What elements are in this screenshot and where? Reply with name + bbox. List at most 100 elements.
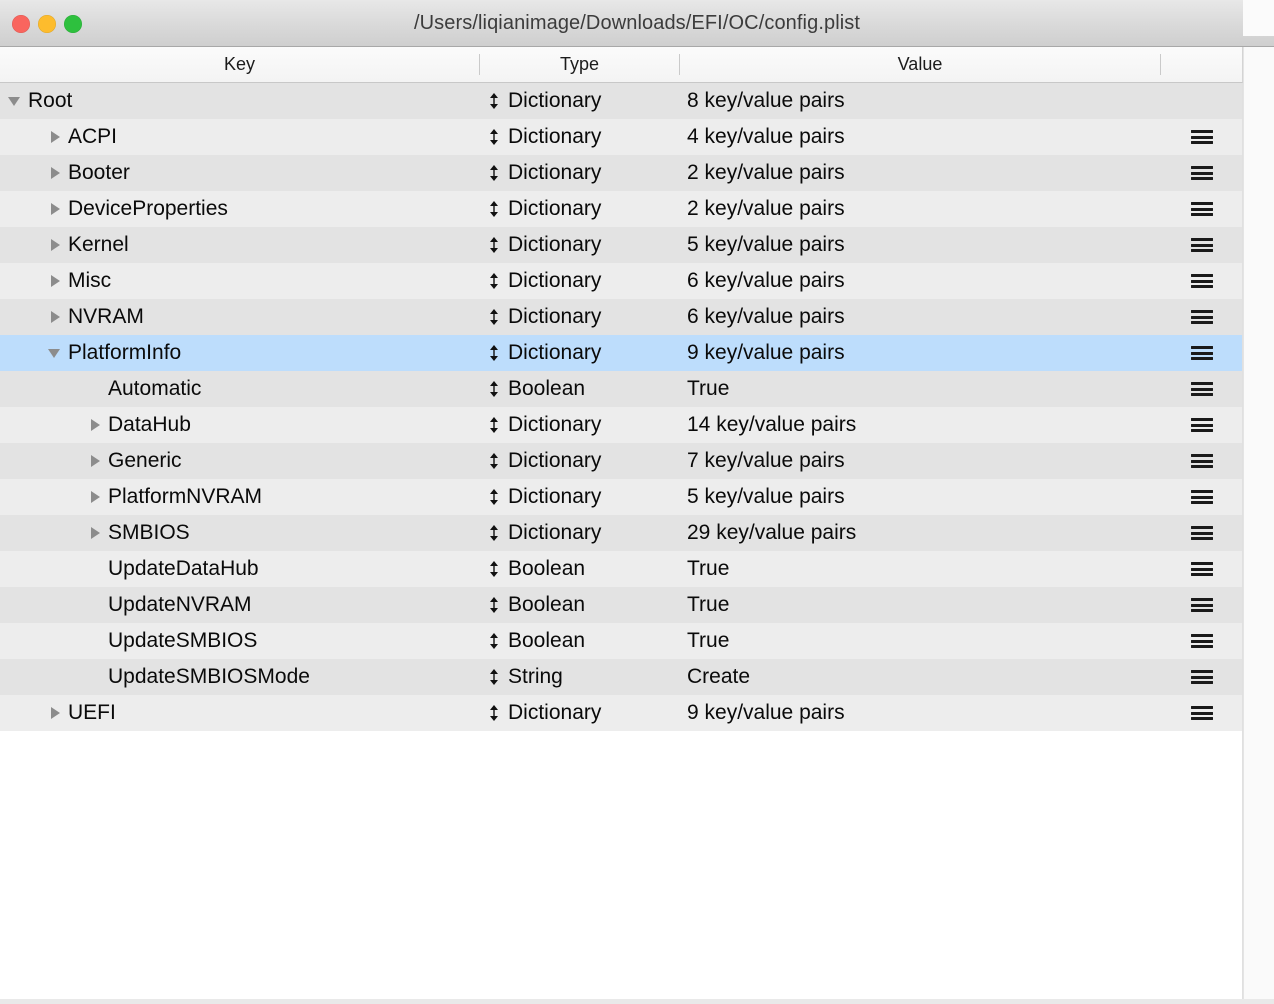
cell-value[interactable]: 9 key/value pairs	[687, 695, 1160, 731]
updown-arrow-icon[interactable]	[487, 191, 501, 227]
cell-value[interactable]: True	[687, 371, 1160, 407]
updown-arrow-icon[interactable]	[487, 695, 501, 731]
table-row[interactable]: Misc Dictionary 6 key/value pairs	[0, 263, 1243, 299]
cell-type[interactable]: Boolean	[487, 587, 679, 623]
cell-value[interactable]: True	[687, 587, 1160, 623]
updown-arrow-icon[interactable]	[487, 407, 501, 443]
updown-arrow-icon[interactable]	[487, 479, 501, 515]
cell-value[interactable]: Create	[687, 659, 1160, 695]
cell-row-menu[interactable]	[1160, 623, 1243, 659]
table-row[interactable]: Root Dictionary 8 key/value pairs	[0, 83, 1243, 119]
cell-row-menu[interactable]	[1160, 155, 1243, 191]
table-row[interactable]: DataHub Dictionary 14 key/value pairs	[0, 407, 1243, 443]
cell-type[interactable]: Dictionary	[487, 119, 679, 155]
plist-outline-view[interactable]: Root Dictionary 8 key/value pairs ACPI Dicti…	[0, 83, 1243, 1004]
updown-arrow-icon[interactable]	[487, 587, 501, 623]
cell-row-menu[interactable]	[1160, 191, 1243, 227]
cell-type[interactable]: Dictionary	[487, 299, 679, 335]
updown-arrow-icon[interactable]	[487, 227, 501, 263]
disclosure-triangle-collapsed-icon[interactable]	[88, 407, 104, 443]
updown-arrow-icon[interactable]	[487, 335, 501, 371]
cell-type[interactable]: Boolean	[487, 371, 679, 407]
cell-row-menu[interactable]	[1160, 587, 1243, 623]
disclosure-triangle-collapsed-icon[interactable]	[88, 443, 104, 479]
hamburger-menu-icon[interactable]	[1190, 238, 1213, 252]
cell-row-menu[interactable]	[1160, 695, 1243, 731]
cell-type[interactable]: String	[487, 659, 679, 695]
cell-key[interactable]: Automatic	[0, 371, 479, 407]
cell-key[interactable]: UpdateSMBIOS	[0, 623, 479, 659]
cell-row-menu[interactable]	[1160, 407, 1243, 443]
cell-type[interactable]: Boolean	[487, 551, 679, 587]
cell-type[interactable]: Dictionary	[487, 515, 679, 551]
updown-arrow-icon[interactable]	[487, 623, 501, 659]
hamburger-menu-icon[interactable]	[1190, 274, 1213, 288]
updown-arrow-icon[interactable]	[487, 299, 501, 335]
updown-arrow-icon[interactable]	[487, 443, 501, 479]
table-row[interactable]: SMBIOS Dictionary 29 key/value pairs	[0, 515, 1243, 551]
cell-value[interactable]: 2 key/value pairs	[687, 155, 1160, 191]
cell-key[interactable]: UpdateDataHub	[0, 551, 479, 587]
hamburger-menu-icon[interactable]	[1190, 418, 1213, 432]
updown-arrow-icon[interactable]	[487, 83, 501, 119]
cell-value[interactable]: 9 key/value pairs	[687, 335, 1160, 371]
disclosure-triangle-collapsed-icon[interactable]	[48, 695, 64, 731]
cell-key[interactable]: Root	[0, 83, 479, 119]
cell-row-menu[interactable]	[1160, 371, 1243, 407]
cell-row-menu[interactable]	[1160, 659, 1243, 695]
hamburger-menu-icon[interactable]	[1190, 166, 1213, 180]
cell-value[interactable]: True	[687, 623, 1160, 659]
disclosure-triangle-collapsed-icon[interactable]	[48, 227, 64, 263]
disclosure-triangle-collapsed-icon[interactable]	[48, 191, 64, 227]
hamburger-menu-icon[interactable]	[1190, 346, 1213, 360]
cell-key[interactable]: SMBIOS	[0, 515, 479, 551]
cell-type[interactable]: Dictionary	[487, 263, 679, 299]
updown-arrow-icon[interactable]	[487, 155, 501, 191]
cell-type[interactable]: Dictionary	[487, 227, 679, 263]
cell-key[interactable]: Generic	[0, 443, 479, 479]
table-row[interactable]: PlatformInfo Dictionary 9 key/value pairs	[0, 335, 1243, 371]
updown-arrow-icon[interactable]	[487, 515, 501, 551]
cell-key[interactable]: Kernel	[0, 227, 479, 263]
disclosure-triangle-expanded-icon[interactable]	[48, 335, 64, 371]
table-row[interactable]: DeviceProperties Dictionary 2 key/value pa…	[0, 191, 1243, 227]
cell-value[interactable]: 7 key/value pairs	[687, 443, 1160, 479]
cell-type[interactable]: Dictionary	[487, 479, 679, 515]
cell-type[interactable]: Dictionary	[487, 83, 679, 119]
disclosure-triangle-collapsed-icon[interactable]	[48, 119, 64, 155]
cell-key[interactable]: UpdateNVRAM	[0, 587, 479, 623]
hamburger-menu-icon[interactable]	[1190, 454, 1213, 468]
table-row[interactable]: PlatformNVRAM Dictionary 5 key/value pairs	[0, 479, 1243, 515]
cell-value[interactable]: 2 key/value pairs	[687, 191, 1160, 227]
cell-type[interactable]: Boolean	[487, 623, 679, 659]
hamburger-menu-icon[interactable]	[1190, 670, 1213, 684]
cell-key[interactable]: NVRAM	[0, 299, 479, 335]
cell-row-menu[interactable]	[1160, 119, 1243, 155]
table-row[interactable]: ACPI Dictionary 4 key/value pairs	[0, 119, 1243, 155]
disclosure-triangle-collapsed-icon[interactable]	[88, 515, 104, 551]
hamburger-menu-icon[interactable]	[1190, 706, 1213, 720]
hamburger-menu-icon[interactable]	[1190, 130, 1213, 144]
table-row[interactable]: NVRAM Dictionary 6 key/value pairs	[0, 299, 1243, 335]
cell-value[interactable]: 14 key/value pairs	[687, 407, 1160, 443]
cell-row-menu[interactable]	[1160, 551, 1243, 587]
cell-value[interactable]: 6 key/value pairs	[687, 299, 1160, 335]
hamburger-menu-icon[interactable]	[1190, 634, 1213, 648]
hamburger-menu-icon[interactable]	[1190, 202, 1213, 216]
minimize-button[interactable]	[38, 14, 56, 33]
table-row[interactable]: UEFI Dictionary 9 key/value pairs	[0, 695, 1243, 731]
cell-key[interactable]: DataHub	[0, 407, 479, 443]
cell-type[interactable]: Dictionary	[487, 443, 679, 479]
close-button[interactable]	[12, 14, 30, 33]
column-header-type[interactable]: Type	[480, 47, 679, 82]
cell-key[interactable]: UpdateSMBIOSMode	[0, 659, 479, 695]
cell-row-menu[interactable]	[1160, 443, 1243, 479]
vertical-scroll-gutter[interactable]	[1243, 47, 1274, 1004]
disclosure-triangle-collapsed-icon[interactable]	[48, 299, 64, 335]
updown-arrow-icon[interactable]	[487, 659, 501, 695]
table-row[interactable]: UpdateNVRAM Boolean True	[0, 587, 1243, 623]
cell-key[interactable]: PlatformInfo	[0, 335, 479, 371]
cell-key[interactable]: UEFI	[0, 695, 479, 731]
column-header-key[interactable]: Key	[0, 47, 479, 82]
column-header-value[interactable]: Value	[680, 47, 1160, 82]
